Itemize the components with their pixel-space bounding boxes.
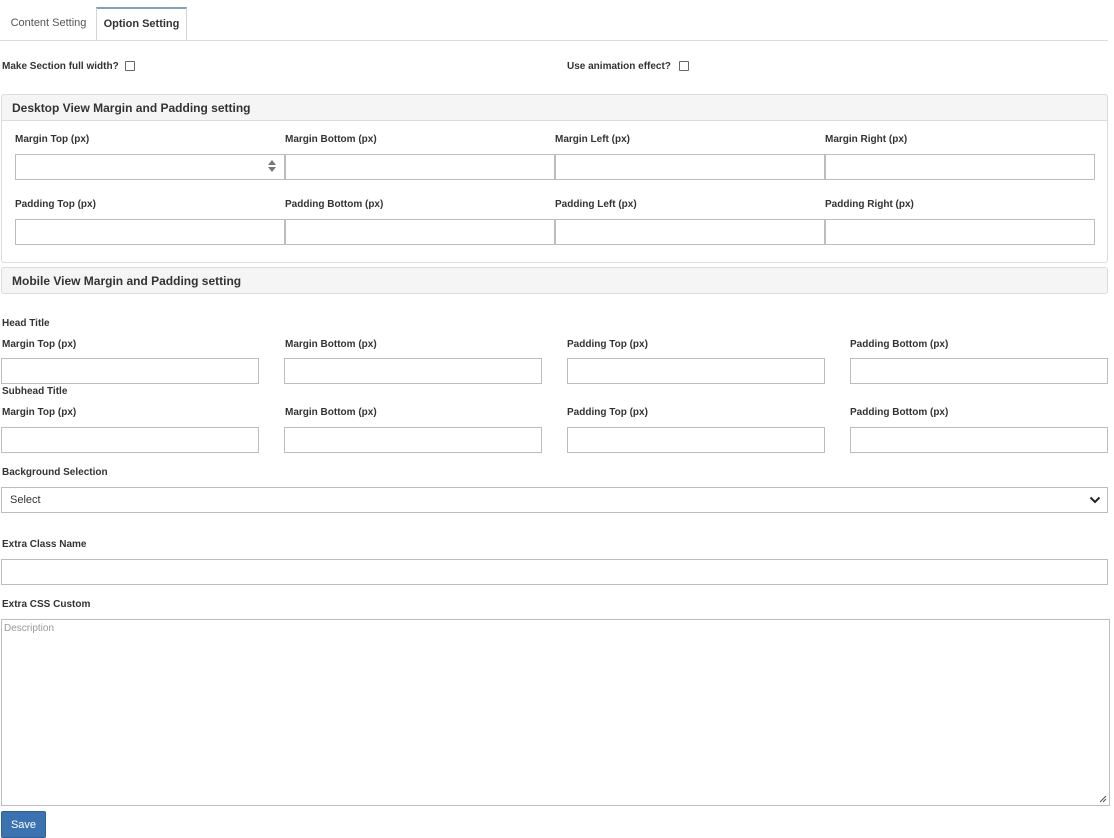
extra-class-label: Extra Class Name	[2, 539, 87, 550]
head-padding-bottom-input[interactable]	[850, 358, 1108, 384]
full-width-checkbox[interactable]	[125, 61, 135, 71]
desktop-padding-left-label: Padding Left (px)	[555, 199, 637, 210]
background-select[interactable]: Select	[1, 487, 1108, 513]
desktop-padding-right-input[interactable]	[825, 219, 1095, 245]
tab-content-setting[interactable]: Content Setting	[0, 7, 97, 40]
head-padding-top-input[interactable]	[567, 358, 825, 384]
save-button[interactable]: Save	[1, 811, 46, 838]
desktop-margin-right-label: Margin Right (px)	[825, 134, 908, 145]
subhead-margin-top-input[interactable]	[1, 427, 259, 453]
full-width-label: Make Section full width?	[2, 61, 119, 72]
desktop-padding-right-label: Padding Right (px)	[825, 199, 914, 210]
desktop-margin-right-input[interactable]	[825, 154, 1095, 180]
subhead-padding-top-label: Padding Top (px)	[567, 407, 648, 418]
head-margin-top-label: Margin Top (px)	[2, 339, 77, 350]
extra-css-placeholder: Description	[4, 623, 55, 634]
animation-checkbox[interactable]	[679, 61, 689, 71]
head-padding-top-label: Padding Top (px)	[567, 339, 648, 350]
desktop-margin-bottom-input[interactable]	[285, 154, 555, 180]
desktop-panel-header: Desktop View Margin and Padding setting	[1, 94, 1108, 121]
tabs-divider	[0, 40, 1108, 41]
desktop-margin-bottom-label: Margin Bottom (px)	[285, 134, 377, 145]
head-margin-bottom-label: Margin Bottom (px)	[285, 339, 377, 350]
desktop-padding-bottom-input[interactable]	[285, 219, 555, 245]
desktop-margin-top-input[interactable]	[15, 154, 285, 180]
desktop-margin-top-label: Margin Top (px)	[15, 134, 90, 145]
subhead-margin-bottom-label: Margin Bottom (px)	[285, 407, 377, 418]
subhead-margin-top-label: Margin Top (px)	[2, 407, 77, 418]
mobile-panel-header[interactable]: Mobile View Margin and Padding setting	[1, 267, 1108, 294]
head-margin-top-input[interactable]	[1, 358, 259, 384]
desktop-padding-left-input[interactable]	[555, 219, 825, 245]
background-select-value: Select	[10, 494, 41, 506]
head-title-label: Head Title	[2, 318, 50, 329]
number-spinner-icon[interactable]	[268, 159, 276, 175]
desktop-padding-top-label: Padding Top (px)	[15, 199, 96, 210]
desktop-padding-bottom-label: Padding Bottom (px)	[285, 199, 384, 210]
mobile-panel-title: Mobile View Margin and Padding setting	[12, 274, 242, 288]
animation-label: Use animation effect?	[567, 61, 671, 72]
extra-class-input[interactable]	[1, 559, 1108, 585]
desktop-panel-title: Desktop View Margin and Padding setting	[12, 101, 251, 115]
extra-css-textarea[interactable]: Description	[1, 619, 1110, 806]
subhead-padding-top-input[interactable]	[567, 427, 825, 453]
subhead-title-label: Subhead Title	[2, 386, 68, 397]
extra-css-label: Extra CSS Custom	[2, 599, 91, 610]
desktop-margin-left-input[interactable]	[555, 154, 825, 180]
subhead-padding-bottom-label: Padding Bottom (px)	[850, 407, 949, 418]
chevron-down-icon	[1089, 496, 1101, 504]
head-padding-bottom-label: Padding Bottom (px)	[850, 339, 949, 350]
desktop-margin-left-label: Margin Left (px)	[555, 134, 630, 145]
subhead-margin-bottom-input[interactable]	[284, 427, 542, 453]
desktop-padding-top-input[interactable]	[15, 219, 285, 245]
head-margin-bottom-input[interactable]	[284, 358, 542, 384]
background-selection-label: Background Selection	[2, 467, 108, 478]
subhead-padding-bottom-input[interactable]	[850, 427, 1108, 453]
tab-option-setting[interactable]: Option Setting	[96, 7, 187, 41]
resize-grip-icon[interactable]	[1098, 794, 1107, 803]
